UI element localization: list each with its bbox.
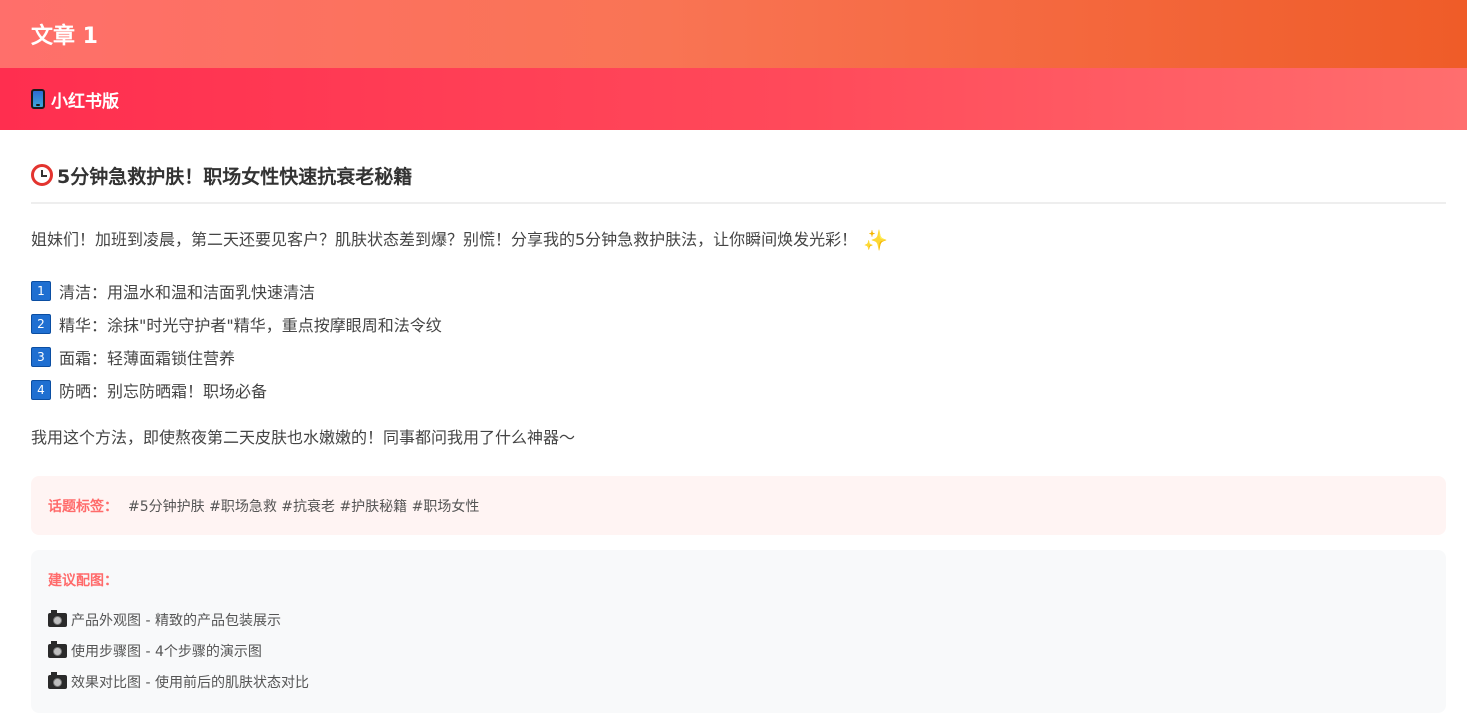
step-text: 防晒：别忘防晒霜！职场必备 — [59, 381, 268, 401]
page-header: 文章 1 — [0, 0, 1467, 68]
sparkles-icon: ✨ — [863, 228, 889, 252]
list-item: 产品外观图 - 精致的产品包装展示 — [48, 604, 1429, 635]
header-title: 文章 1 — [31, 24, 98, 49]
camera-icon — [48, 609, 67, 627]
number-1-icon: 1 — [31, 280, 51, 301]
article-title: 5分钟急救护肤！职场女性快速抗衰老秘籍 — [57, 165, 413, 188]
image-suggestion-text: 使用步骤图 - 4个步骤的演示图 — [71, 643, 262, 660]
article-content: 5分钟急救护肤！职场女性快速抗衰老秘籍 姐妹们！加班到凌晨，第二天还要见客户？肌… — [0, 130, 1467, 713]
article-title-row: 5分钟急救护肤！职场女性快速抗衰老秘籍 — [31, 130, 1446, 204]
list-item: 效果对比图 - 使用前后的肌肤状态对比 — [48, 666, 1429, 697]
step-text: 面霜：轻薄面霜锁住营养 — [59, 348, 236, 368]
step-text: 清洁：用温水和温和洁面乳快速清洁 — [59, 282, 316, 302]
list-item: 1 清洁：用温水和温和洁面乳快速清洁 — [31, 274, 1446, 307]
number-2-icon: 2 — [31, 313, 51, 334]
number-3-icon: 3 — [31, 346, 51, 367]
mobile-phone-icon — [31, 89, 45, 109]
intro-text: 姐妹们！加班到凌晨，第二天还要见客户？肌肤状态差到爆？别慌！分享我的5分钟急救护… — [31, 230, 858, 249]
list-item: 使用步骤图 - 4个步骤的演示图 — [48, 635, 1429, 666]
image-suggestion-text: 产品外观图 - 精致的产品包装展示 — [71, 612, 281, 629]
steps-list: 1 清洁：用温水和温和洁面乳快速清洁 2 精华：涂抹"时光守护者"精华，重点按摩… — [31, 274, 1446, 406]
image-suggestion-text: 效果对比图 - 使用前后的肌肤状态对比 — [71, 674, 309, 691]
list-item: 2 精华：涂抹"时光守护者"精华，重点按摩眼周和法令纹 — [31, 307, 1446, 340]
camera-icon — [48, 640, 67, 658]
tags-text: #5分钟护肤 #职场急救 #抗衰老 #护肤秘籍 #职场女性 — [128, 498, 480, 515]
tags-panel: 话题标签： #5分钟护肤 #职场急救 #抗衰老 #护肤秘籍 #职场女性 — [31, 476, 1446, 535]
list-item: 4 防晒：别忘防晒霜！职场必备 — [31, 373, 1446, 406]
tags-label: 话题标签： — [48, 498, 118, 515]
suggested-images-panel: 建议配图： 产品外观图 - 精致的产品包装展示 使用步骤图 - 4个步骤的演示图… — [31, 550, 1446, 713]
camera-icon — [48, 671, 67, 689]
images-label: 建议配图： — [48, 573, 118, 589]
number-4-icon: 4 — [31, 379, 51, 400]
step-text: 精华：涂抹"时光守护者"精华，重点按摩眼周和法令纹 — [59, 315, 442, 335]
article-intro: 姐妹们！加班到凌晨，第二天还要见客户？肌肤状态差到爆？别慌！分享我的5分钟急救护… — [31, 226, 1446, 254]
platform-label: 小红书版 — [51, 91, 119, 112]
list-item: 3 面霜：轻薄面霜锁住营养 — [31, 340, 1446, 373]
alarm-clock-icon — [31, 164, 53, 186]
article-outro: 我用这个方法，即使熬夜第二天皮肤也水嫩嫩的！同事都问我用了什么神器～ — [31, 428, 576, 447]
platform-bar: 小红书版 — [0, 68, 1467, 130]
